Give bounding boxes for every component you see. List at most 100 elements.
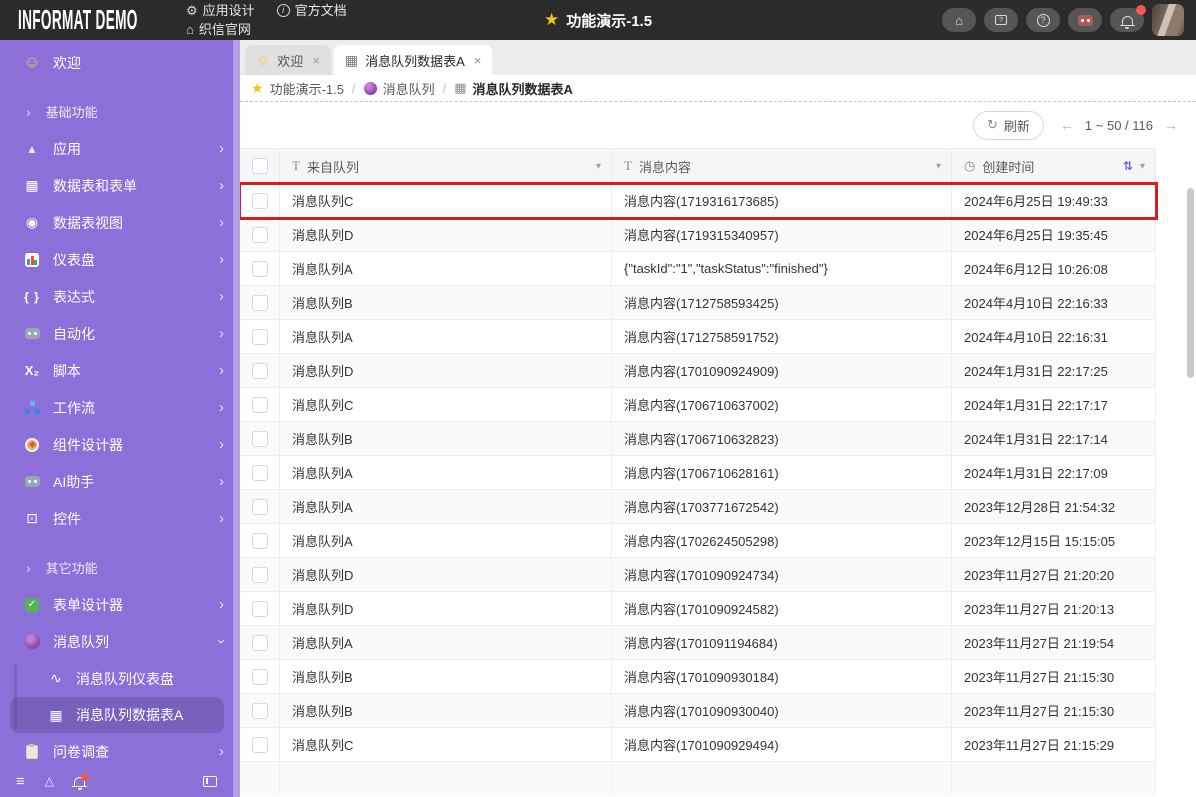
sort-descending-icon[interactable]: ⇅ bbox=[1123, 159, 1133, 173]
chevron-down-icon[interactable]: ▾ bbox=[1140, 161, 1145, 172]
sidebar-item-label: 仪表盘 bbox=[53, 251, 95, 268]
ai-assistant-button[interactable] bbox=[1068, 8, 1102, 32]
row-checkbox[interactable] bbox=[251, 464, 268, 481]
table-row[interactable]: 消息队列A {"taskId":"1","taskStatus":"finish… bbox=[240, 252, 1156, 286]
table-row[interactable]: 消息队列D 消息内容(1701090924734) 2023年11月27日 21… bbox=[240, 558, 1156, 592]
row-checkbox[interactable] bbox=[251, 600, 268, 617]
row-checkbox[interactable] bbox=[251, 532, 268, 549]
sidebar-section-basic-features[interactable]: › 基础功能 bbox=[0, 93, 240, 130]
sidebar-item-form-designer[interactable]: ✓ 表单设计器 › bbox=[0, 586, 240, 623]
select-all-checkbox[interactable] bbox=[251, 158, 268, 174]
chevron-down-icon[interactable]: ▾ bbox=[596, 161, 601, 172]
table-row[interactable]: 消息队列A 消息内容(1703771672542) 2023年12月28日 21… bbox=[240, 490, 1156, 524]
table-row[interactable]: 消息队列C 消息内容(1701090929494) 2023年11月27日 21… bbox=[240, 728, 1156, 762]
row-checkbox[interactable] bbox=[251, 294, 268, 311]
sidebar-item-dashboards[interactable]: 仪表盘 › bbox=[0, 241, 240, 278]
table-row[interactable]: 消息队列B 消息内容(1701090930184) 2023年11月27日 21… bbox=[240, 660, 1156, 694]
time-cell: 2023年11月27日 21:15:30 bbox=[952, 694, 1156, 727]
next-page-icon[interactable]: → bbox=[1164, 117, 1178, 133]
table-row[interactable]: 消息队列B 消息内容(1706710632823) 2024年1月31日 22:… bbox=[240, 422, 1156, 456]
menu-lines-icon[interactable]: ≡ bbox=[16, 773, 25, 790]
feedback-button[interactable]: ? bbox=[984, 8, 1018, 32]
table-row[interactable]: 消息队列B 消息内容(1712758593425) 2024年4月10日 22:… bbox=[240, 286, 1156, 320]
table-row[interactable]: 消息队列A 消息内容(1706710628161) 2024年1月31日 22:… bbox=[240, 456, 1156, 490]
tab-label: 欢迎 bbox=[277, 53, 304, 69]
row-checkbox[interactable] bbox=[251, 736, 268, 753]
collapse-sidebar-icon[interactable] bbox=[203, 775, 217, 787]
row-checkbox[interactable] bbox=[251, 192, 268, 209]
home-button[interactable]: ⌂ bbox=[942, 8, 976, 32]
close-icon[interactable]: × bbox=[312, 53, 320, 68]
row-checkbox[interactable] bbox=[251, 260, 268, 277]
menu-item-official-site[interactable]: ⌂ 织信官网 bbox=[186, 20, 251, 39]
sidebar-item-expressions[interactable]: { } 表达式 › bbox=[0, 278, 240, 315]
sidebar-item-mq-data-table-a[interactable]: ▦ 消息队列数据表A bbox=[10, 697, 224, 733]
row-checkbox-cell bbox=[240, 694, 280, 727]
tab-welcome[interactable]: ☺ 欢迎 × bbox=[245, 45, 331, 75]
table-row[interactable]: 消息队列D 消息内容(1719315340957) 2024年6月25日 19:… bbox=[240, 218, 1156, 252]
sidebar-item-message-queue[interactable]: 消息队列 › bbox=[0, 623, 240, 660]
column-header-created-time[interactable]: ◷ 创建时间 ⇅ ▾ bbox=[952, 149, 1156, 183]
row-checkbox[interactable] bbox=[251, 634, 268, 651]
table-icon: ▦ bbox=[454, 80, 467, 95]
star-icon: ★ bbox=[543, 10, 560, 29]
row-checkbox[interactable] bbox=[251, 498, 268, 515]
menu-item-app-design[interactable]: ⚙ 应用设计 bbox=[186, 1, 255, 20]
breadcrumb-separator: / bbox=[442, 80, 447, 96]
sidebar-section-other-features[interactable]: › 其它功能 bbox=[0, 549, 240, 586]
table-row[interactable]: 消息队列C 消息内容(1719316173685) 2024年6月25日 19:… bbox=[240, 182, 1158, 220]
row-checkbox[interactable] bbox=[251, 396, 268, 413]
sidebar-item-welcome[interactable]: ☺ 欢迎 bbox=[0, 44, 240, 81]
tab-mq-data-table-a[interactable]: ▦ 消息队列数据表A × bbox=[333, 45, 493, 75]
vertical-scrollbar[interactable] bbox=[1187, 188, 1194, 378]
sidebar-item-table-views[interactable]: ◉ 数据表视图 › bbox=[0, 204, 240, 241]
row-checkbox[interactable] bbox=[251, 430, 268, 447]
row-checkbox[interactable] bbox=[251, 702, 268, 719]
sidebar-item-mq-dashboard[interactable]: ∿ 消息队列仪表盘 bbox=[0, 660, 240, 697]
breadcrumb-item-app[interactable]: ★ 功能演示-1.5 bbox=[251, 79, 344, 98]
chevron-down-icon[interactable]: ▾ bbox=[936, 161, 941, 172]
prev-page-icon[interactable]: ← bbox=[1060, 117, 1074, 133]
user-avatar[interactable] bbox=[1152, 4, 1184, 36]
table-row[interactable]: 消息队列B 消息内容(1701090930040) 2023年11月27日 21… bbox=[240, 694, 1156, 728]
sidebar-item-scripts[interactable]: X₂ 脚本 › bbox=[0, 352, 240, 389]
notification-badge bbox=[81, 772, 89, 781]
sidebar-item-workflow[interactable]: 工作流 › bbox=[0, 389, 240, 426]
notifications-button[interactable] bbox=[1110, 5, 1146, 32]
sidebar-item-widgets[interactable]: ⊡ 控件 › bbox=[0, 500, 240, 537]
app-logo-text: INFORMAT DEMO bbox=[18, 7, 138, 33]
triangle-icon[interactable]: △ bbox=[45, 774, 54, 788]
column-header-queue[interactable]: T 来自队列 ▾ bbox=[280, 149, 612, 183]
breadcrumb-label: 消息队列数据表A bbox=[472, 81, 573, 97]
table-row[interactable]: 消息队列D 消息内容(1701090924582) 2023年11月27日 21… bbox=[240, 592, 1156, 626]
help-button[interactable]: ? bbox=[1026, 8, 1060, 32]
table-icon: ▦ bbox=[344, 51, 359, 68]
table-row[interactable]: 消息队列A 消息内容(1712758591752) 2024年4月10日 22:… bbox=[240, 320, 1156, 354]
breadcrumb-separator: / bbox=[351, 80, 356, 96]
table-row[interactable]: 消息队列A 消息内容(1701091194684) 2023年11月27日 21… bbox=[240, 626, 1156, 660]
row-checkbox[interactable] bbox=[251, 226, 268, 243]
sidebar-item-apps[interactable]: ▲ 应用 › bbox=[0, 130, 240, 167]
table-row[interactable]: 消息队列A 消息内容(1702624505298) 2023年12月15日 15… bbox=[240, 524, 1156, 558]
row-checkbox[interactable] bbox=[251, 362, 268, 379]
row-checkbox[interactable] bbox=[251, 668, 268, 685]
row-checkbox[interactable] bbox=[251, 566, 268, 583]
row-checkbox[interactable] bbox=[251, 328, 268, 345]
menu-item-official-docs[interactable]: i 官方文档 bbox=[276, 1, 347, 20]
table-row-partial bbox=[240, 762, 1156, 795]
chevron-right-icon: › bbox=[219, 596, 224, 613]
sidebar-notifications-button[interactable] bbox=[72, 772, 89, 790]
table-row[interactable]: 消息队列D 消息内容(1701090924909) 2024年1月31日 22:… bbox=[240, 354, 1156, 388]
sidebar-item-automation[interactable]: 自动化 › bbox=[0, 315, 240, 352]
breadcrumb-item-message-queue[interactable]: 消息队列 bbox=[363, 79, 435, 98]
refresh-button[interactable]: ↻ 刷新 bbox=[973, 110, 1044, 140]
clock-icon: ◷ bbox=[964, 158, 976, 173]
sidebar-item-component-designer[interactable]: 组件设计器 › bbox=[0, 426, 240, 463]
sidebar-item-ai-assistant[interactable]: AI助手 › bbox=[0, 463, 240, 500]
column-header-content[interactable]: T 消息内容 ▾ bbox=[612, 149, 952, 183]
sidebar-submenu-message-queue: ∿ 消息队列仪表盘 ▦ 消息队列数据表A bbox=[0, 660, 240, 733]
sidebar: ☺ 欢迎 › 基础功能 ▲ 应用 › ▦ 数据表和表单 › ◉ 数据表视图 › … bbox=[0, 40, 240, 797]
close-icon[interactable]: × bbox=[474, 53, 482, 68]
table-row[interactable]: 消息队列C 消息内容(1706710637002) 2024年1月31日 22:… bbox=[240, 388, 1156, 422]
sidebar-item-tables-forms[interactable]: ▦ 数据表和表单 › bbox=[0, 167, 240, 204]
